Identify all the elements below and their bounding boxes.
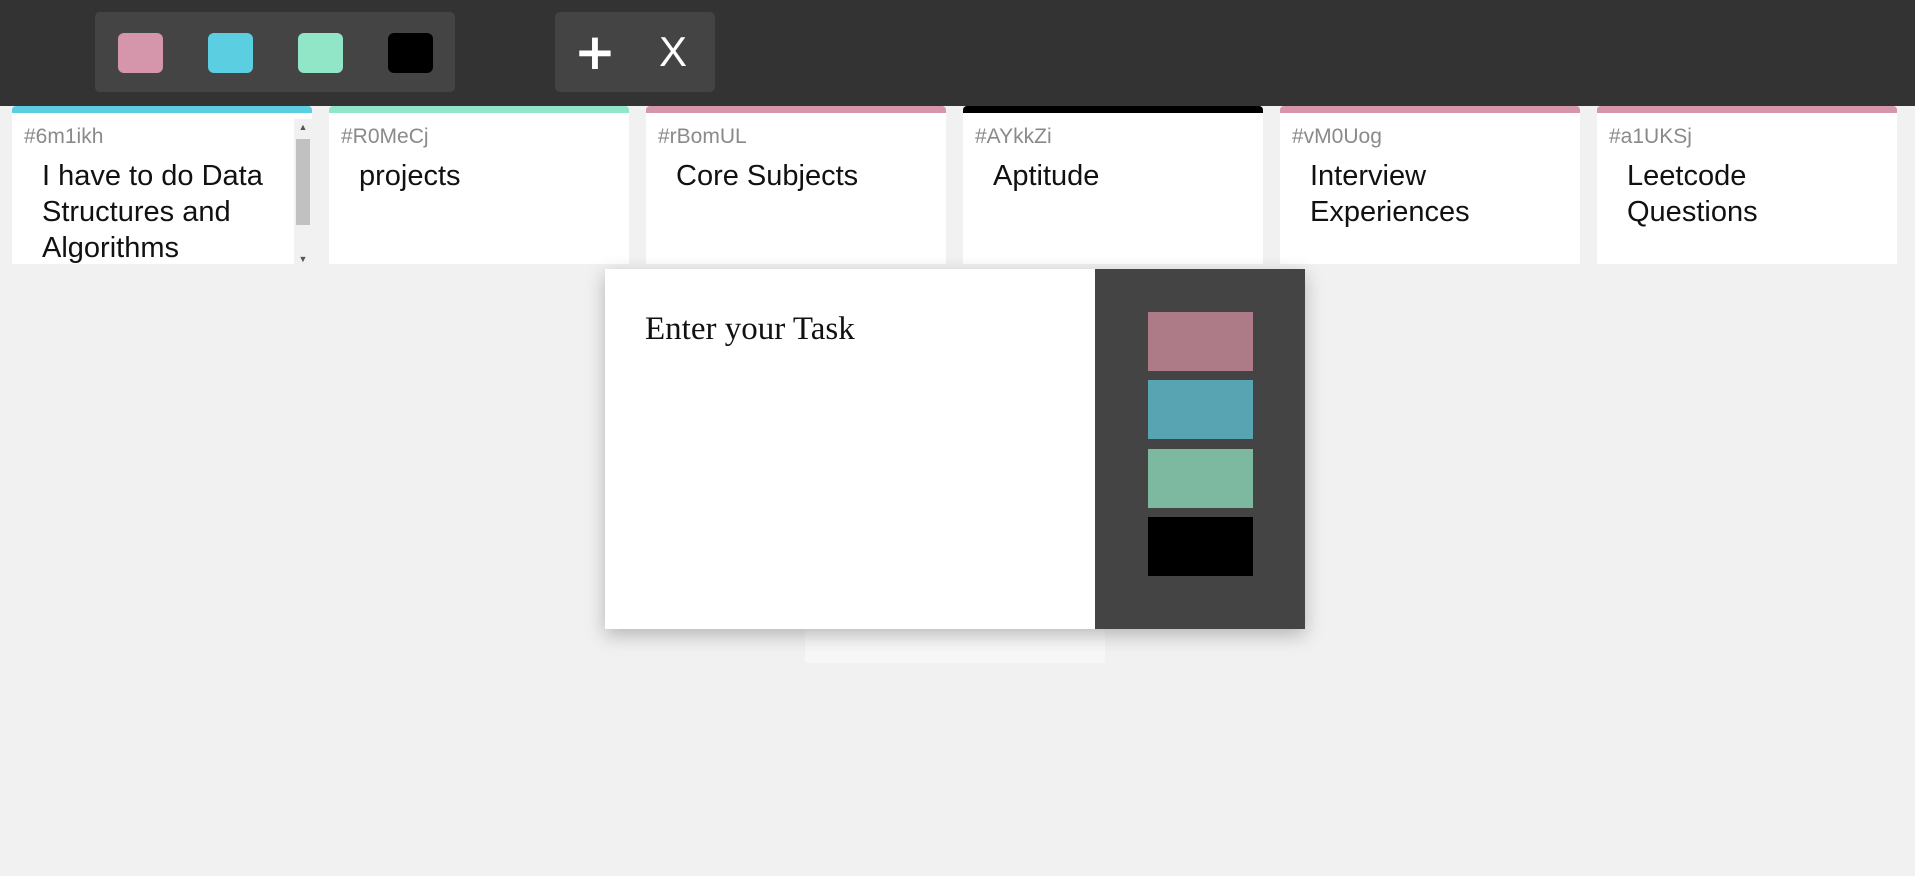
ticket-task[interactable]: projects bbox=[359, 158, 609, 194]
ticket-card[interactable]: #rBomUL Core Subjects bbox=[646, 106, 946, 264]
priority-black-option[interactable] bbox=[1148, 517, 1253, 576]
filter-black-swatch[interactable] bbox=[388, 33, 433, 73]
plus-icon: + bbox=[574, 23, 616, 81]
add-ticket-button[interactable]: + bbox=[565, 22, 625, 82]
ticket-id: #6m1ikh bbox=[24, 125, 104, 148]
filter-green-swatch[interactable] bbox=[298, 33, 343, 73]
priority-color-panel bbox=[1095, 269, 1305, 629]
ticket-id: #vM0Uog bbox=[1292, 125, 1382, 148]
ticket-task[interactable]: I have to do Data Structures and Algorit… bbox=[42, 158, 272, 264]
ticket-task[interactable]: Leetcode Questions bbox=[1627, 158, 1877, 230]
color-filter-group bbox=[95, 12, 455, 92]
ticket-scrollbar[interactable]: ▲ ▼ bbox=[294, 119, 312, 264]
toolbar: + X bbox=[0, 0, 1915, 106]
ticket-task[interactable]: Interview Experiences bbox=[1310, 158, 1560, 230]
scroll-thumb[interactable] bbox=[296, 139, 310, 225]
action-group: + X bbox=[555, 12, 715, 92]
ticket-id: #R0MeCj bbox=[341, 125, 429, 148]
priority-blue-option[interactable] bbox=[1148, 380, 1253, 439]
ticket-card[interactable]: #vM0Uog Interview Experiences bbox=[1280, 106, 1580, 264]
ticket-task[interactable]: Aptitude bbox=[993, 158, 1243, 194]
scroll-down-arrow-icon[interactable]: ▼ bbox=[294, 251, 312, 264]
ticket-container: #6m1ikh I have to do Data Structures and… bbox=[0, 106, 1915, 266]
remove-ticket-button[interactable]: X bbox=[643, 22, 703, 82]
priority-green-option[interactable] bbox=[1148, 449, 1253, 508]
ticket-card[interactable]: #R0MeCj projects bbox=[329, 106, 629, 264]
ticket-card[interactable]: #6m1ikh I have to do Data Structures and… bbox=[12, 106, 312, 264]
scroll-up-arrow-icon[interactable]: ▲ bbox=[294, 119, 312, 135]
task-input[interactable] bbox=[605, 269, 1095, 629]
ticket-task[interactable]: Core Subjects bbox=[676, 158, 926, 194]
ticket-id: #rBomUL bbox=[658, 125, 747, 148]
ticket-id: #a1UKSj bbox=[1609, 125, 1692, 148]
ticket-id: #AYkkZi bbox=[975, 125, 1052, 148]
add-task-modal bbox=[605, 269, 1305, 629]
filter-pink-swatch[interactable] bbox=[118, 33, 163, 73]
modal-shadow-strip bbox=[805, 625, 1105, 663]
priority-pink-option[interactable] bbox=[1148, 312, 1253, 371]
ticket-card[interactable]: #a1UKSj Leetcode Questions bbox=[1597, 106, 1897, 264]
ticket-card[interactable]: #AYkkZi Aptitude bbox=[963, 106, 1263, 264]
filter-blue-swatch[interactable] bbox=[208, 33, 253, 73]
close-icon: X bbox=[658, 28, 687, 75]
